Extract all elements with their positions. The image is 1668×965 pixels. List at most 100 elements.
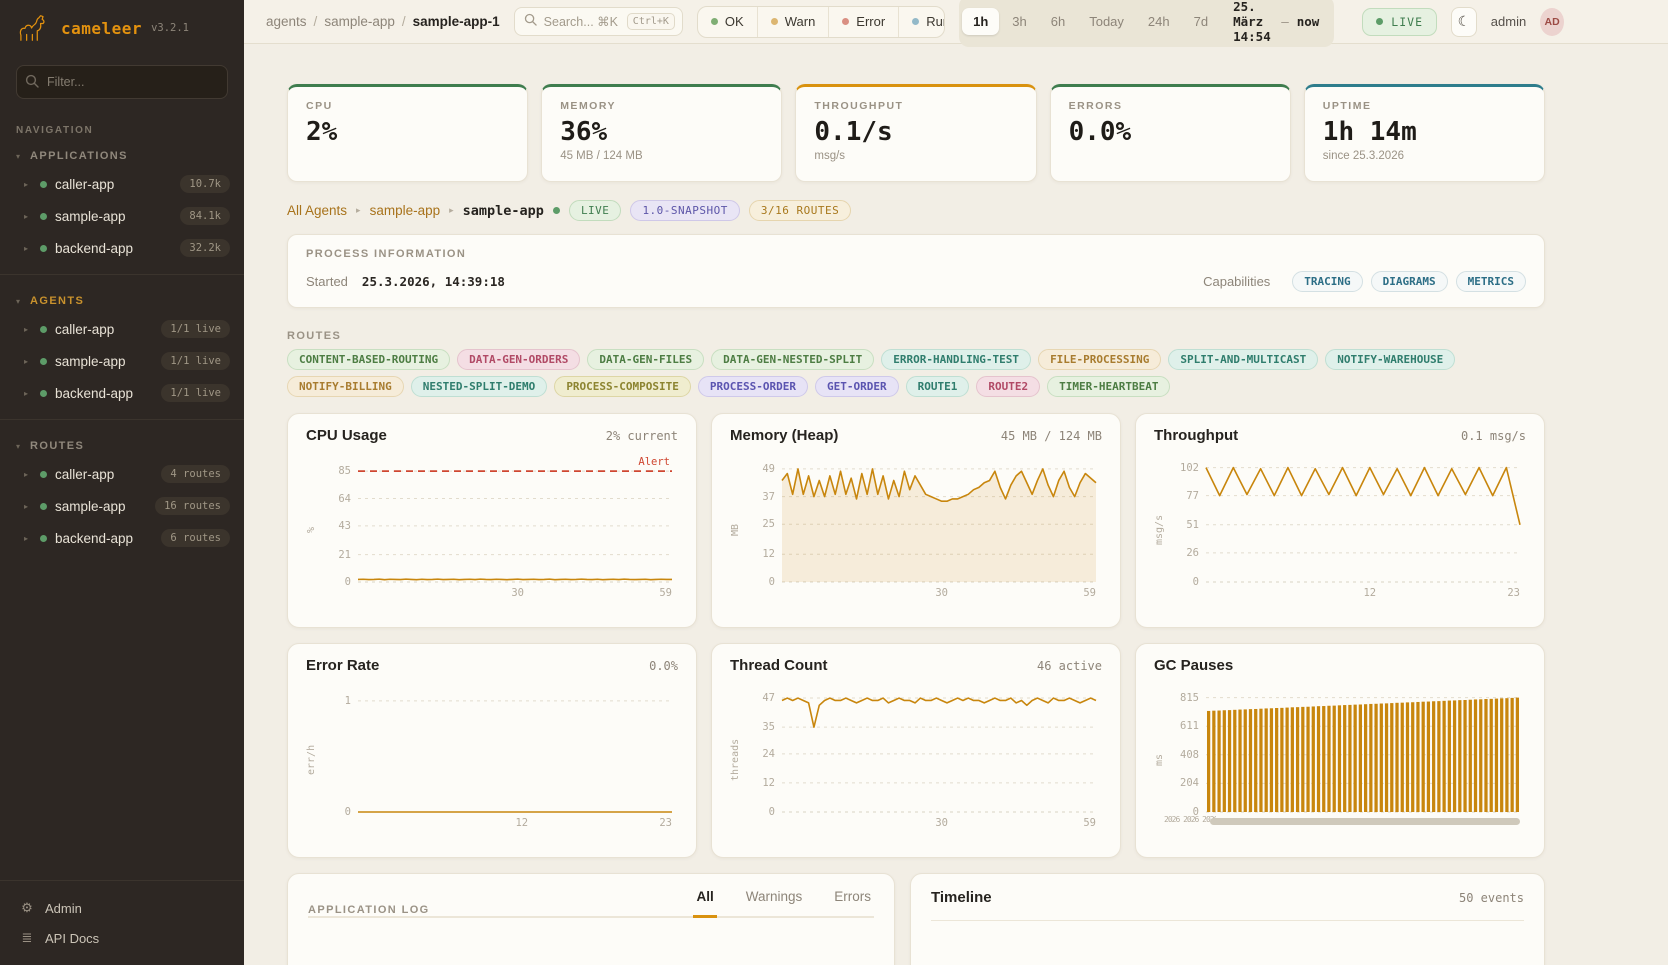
- time-range-3h[interactable]: 3h: [1001, 8, 1037, 35]
- live-label: LIVE: [1391, 15, 1423, 29]
- camel-icon: [16, 13, 52, 43]
- sidebar-item-label: backend-app: [55, 531, 153, 546]
- route-chip-route2[interactable]: ROUTE2: [976, 376, 1040, 397]
- route-chip-data-gen-files[interactable]: DATA-GEN-FILES: [587, 349, 704, 370]
- sidebar-item-label: caller-app: [55, 177, 172, 192]
- route-chip-route1[interactable]: ROUTE1: [906, 376, 970, 397]
- search-box[interactable]: Ctrl+K: [514, 7, 683, 36]
- status-filter-ok[interactable]: OK: [698, 7, 757, 37]
- chart-scrollbar[interactable]: [1210, 818, 1520, 825]
- sidebar-item-caller-app[interactable]: ▸caller-app4 routes: [0, 458, 244, 490]
- sidebar-item-backend-app[interactable]: ▸backend-app6 routes: [0, 522, 244, 554]
- divider: [0, 419, 244, 420]
- route-chip-nested-split-demo[interactable]: NESTED-SPLIT-DEMO: [411, 376, 548, 397]
- main-area: agents/sample-app/sample-app-1 Ctrl+K OK…: [244, 0, 1668, 965]
- sidebar-item-sample-app[interactable]: ▸sample-app16 routes: [0, 490, 244, 522]
- chart-plot-error: 101223: [358, 692, 672, 812]
- sidebar-nav: ▾APPLICATIONS▸caller-app10.7k▸sample-app…: [0, 140, 244, 880]
- breadcrumb-link[interactable]: agents: [266, 14, 307, 29]
- docs-icon: ≣: [20, 930, 34, 946]
- status-dot-icon: [842, 18, 849, 25]
- time-range-6h[interactable]: 6h: [1040, 8, 1076, 35]
- capability-diagrams: DIAGRAMS: [1371, 271, 1448, 292]
- agent-status-dot-icon: [553, 207, 560, 214]
- status-filter-warn[interactable]: Warn: [757, 7, 829, 37]
- sidebar-item-caller-app[interactable]: ▸caller-app1/1 live: [0, 313, 244, 345]
- time-range-today[interactable]: Today: [1078, 8, 1135, 35]
- sidebar-item-backend-app[interactable]: ▸backend-app32.2k: [0, 232, 244, 264]
- y-tick-label: 0: [345, 576, 351, 588]
- route-chip-notify-billing[interactable]: NOTIFY-BILLING: [287, 376, 404, 397]
- agent-link-all-agents[interactable]: All Agents: [287, 203, 347, 218]
- status-dot-icon: [40, 213, 47, 220]
- route-chip-process-composite[interactable]: PROCESS-COMPOSITE: [554, 376, 691, 397]
- status-filter-error[interactable]: Error: [828, 7, 898, 37]
- chart-title: Throughput: [1154, 427, 1238, 444]
- route-chip-timer-heartbeat[interactable]: TIMER-HEARTBEAT: [1047, 376, 1170, 397]
- chart-canvas: [1206, 462, 1520, 582]
- log-tab-warnings[interactable]: Warnings: [743, 889, 806, 916]
- chart-current-value: 0.0%: [649, 659, 678, 673]
- sidebar-item-sample-app[interactable]: ▸sample-app84.1k: [0, 200, 244, 232]
- agent-link-sample-app[interactable]: sample-app: [370, 203, 441, 218]
- chevron-down-icon: ▾: [16, 442, 20, 451]
- status-filter-running[interactable]: Running: [898, 7, 945, 37]
- log-title: APPLICATION LOG: [308, 904, 430, 916]
- y-tick-label: 49: [762, 463, 775, 475]
- agent-badge-1-0-snapshot: 1.0-SNAPSHOT: [630, 200, 739, 221]
- stat-value: 1h 14m: [1323, 117, 1526, 147]
- stat-label: ERRORS: [1069, 100, 1272, 112]
- time-range-1h[interactable]: 1h: [962, 8, 999, 35]
- sidebar-item-label: backend-app: [55, 386, 153, 401]
- time-range-24h[interactable]: 24h: [1137, 8, 1181, 35]
- search-input[interactable]: [544, 15, 620, 29]
- route-chip-data-gen-nested-split[interactable]: DATA-GEN-NESTED-SPLIT: [711, 349, 874, 370]
- live-badge[interactable]: LIVE: [1362, 8, 1437, 36]
- avatar[interactable]: AD: [1540, 8, 1564, 36]
- x-tick-label: 30: [935, 817, 948, 829]
- route-chip-data-gen-orders[interactable]: DATA-GEN-ORDERS: [457, 349, 580, 370]
- route-chip-notify-warehouse[interactable]: NOTIFY-WAREHOUSE: [1325, 349, 1455, 370]
- route-chip-content-based-routing[interactable]: CONTENT-BASED-ROUTING: [287, 349, 450, 370]
- theme-toggle-button[interactable]: ☾: [1451, 7, 1477, 37]
- status-filter-label: Warn: [785, 14, 816, 29]
- sidebar-item-badge: 84.1k: [180, 207, 230, 225]
- chevron-right-icon: ▸: [24, 470, 32, 479]
- chart-title: GC Pauses: [1154, 657, 1233, 674]
- topbar: agents/sample-app/sample-app-1 Ctrl+K OK…: [244, 0, 1668, 44]
- footer-item-admin[interactable]: ⚙Admin: [16, 893, 228, 923]
- route-chip-process-order[interactable]: PROCESS-ORDER: [698, 376, 808, 397]
- sidebar-section-agents[interactable]: ▾AGENTS: [0, 285, 244, 313]
- app-logo[interactable]: cameleer v3.2.1: [0, 0, 244, 53]
- sidebar-item-sample-app[interactable]: ▸sample-app1/1 live: [0, 345, 244, 377]
- log-tab-errors[interactable]: Errors: [831, 889, 874, 916]
- time-range-7d[interactable]: 7d: [1183, 8, 1219, 35]
- y-axis-label: MB: [730, 460, 744, 600]
- chart-plot-throughput: 10277512601223: [1206, 462, 1520, 582]
- time-range-dates[interactable]: 25. März 14:54—now: [1221, 0, 1331, 44]
- chevron-right-icon: ▸: [356, 205, 361, 216]
- sidebar-footer: ⚙Admin≣API Docs: [0, 880, 244, 965]
- routes-label: ROUTES: [287, 330, 1545, 342]
- footer-item-api-docs[interactable]: ≣API Docs: [16, 923, 228, 953]
- started-label: Started: [306, 274, 348, 289]
- sidebar-item-backend-app[interactable]: ▸backend-app1/1 live: [0, 377, 244, 409]
- sidebar-section-applications[interactable]: ▾APPLICATIONS: [0, 140, 244, 168]
- route-chip-split-and-multicast[interactable]: SPLIT-AND-MULTICAST: [1168, 349, 1318, 370]
- status-filter-label: Running: [926, 14, 945, 29]
- sidebar-item-caller-app[interactable]: ▸caller-app10.7k: [0, 168, 244, 200]
- filter-input[interactable]: [16, 65, 228, 99]
- current-agent-name: sample-app: [463, 203, 544, 219]
- route-chip-error-handling-test[interactable]: ERROR-HANDLING-TEST: [881, 349, 1031, 370]
- application-log-card: APPLICATION LOG All Warnings Errors: [287, 873, 895, 965]
- y-tick-label: 37: [762, 491, 775, 503]
- route-chip-file-processing[interactable]: FILE-PROCESSING: [1038, 349, 1161, 370]
- log-tab-all[interactable]: All: [693, 889, 716, 918]
- route-chip-get-order[interactable]: GET-ORDER: [815, 376, 899, 397]
- breadcrumb-link[interactable]: sample-app: [324, 14, 395, 29]
- chevron-right-icon: ▸: [24, 244, 32, 253]
- sidebar-section-routes[interactable]: ▾ROUTES: [0, 430, 244, 458]
- stat-label: CPU: [306, 100, 509, 112]
- app-version: v3.2.1: [151, 22, 189, 34]
- stat-value: 0.0%: [1069, 117, 1272, 147]
